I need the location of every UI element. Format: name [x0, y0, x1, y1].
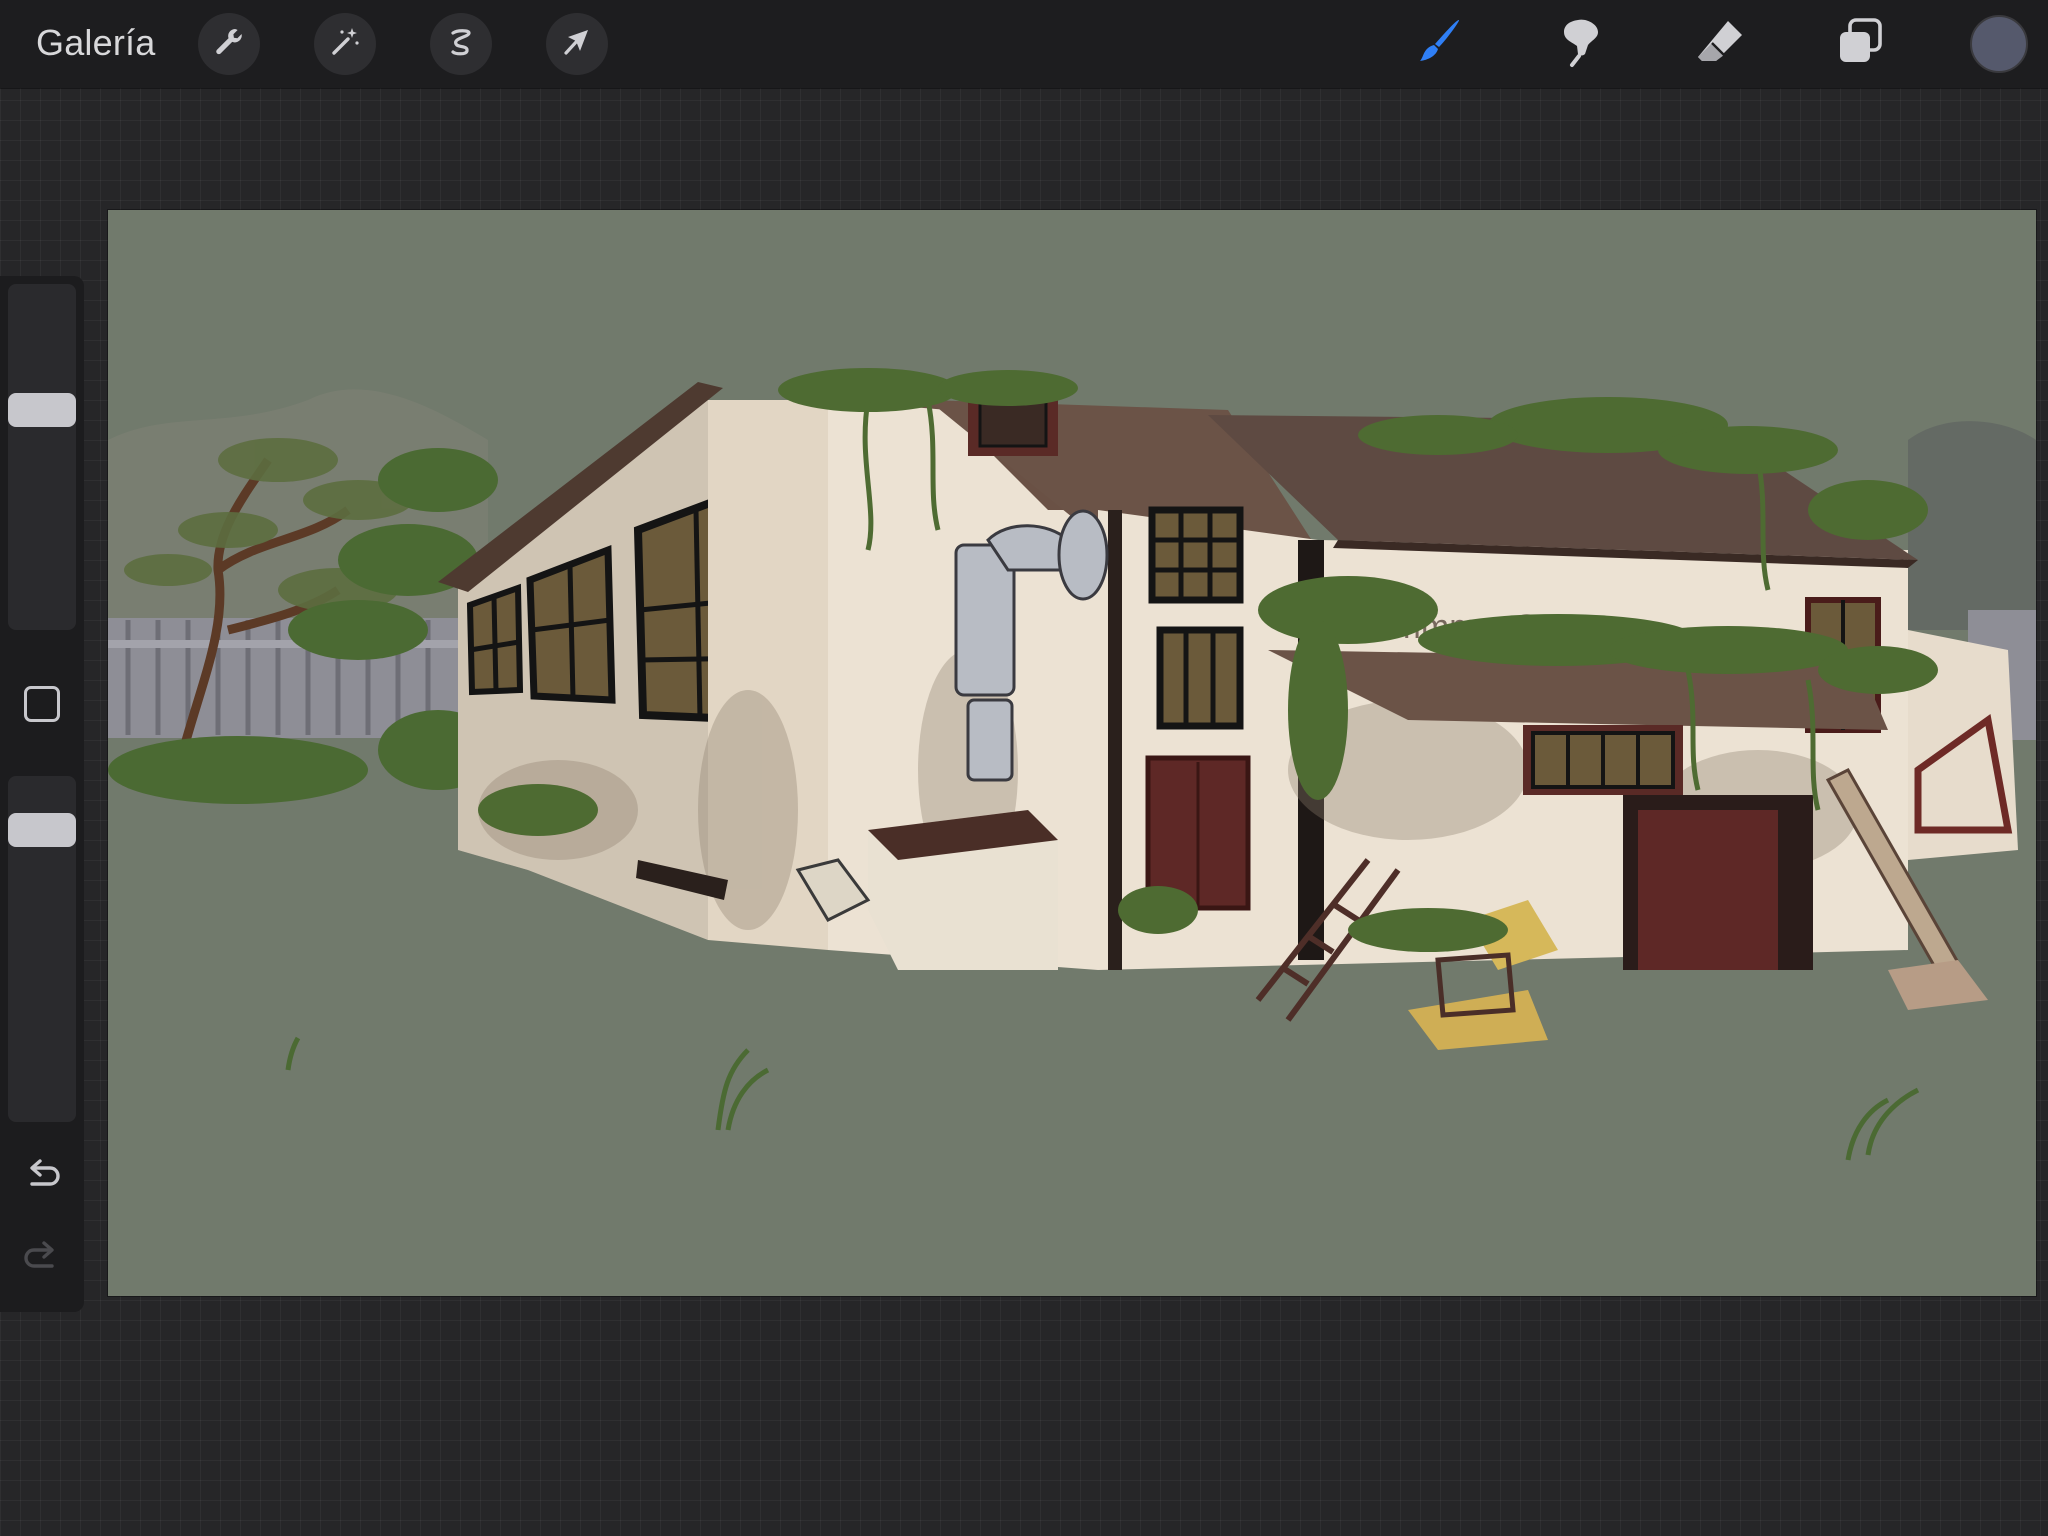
redo-icon: [20, 1236, 64, 1285]
building-illustration: Hmmm... S.L: [108, 368, 2036, 1161]
drawing-canvas[interactable]: Hmmm... S.L: [108, 210, 2036, 1296]
transform-button[interactable]: [546, 13, 608, 75]
top-toolbar: Galería: [0, 0, 2048, 88]
left-sidebar: [0, 276, 84, 1312]
opacity-thumb[interactable]: [8, 813, 76, 847]
smudge-button[interactable]: [1550, 14, 1610, 74]
magic-wand-icon: [327, 24, 363, 65]
wrench-icon: [211, 24, 247, 65]
gallery-button[interactable]: Galería: [36, 22, 155, 64]
opacity-slider[interactable]: [8, 776, 76, 1122]
layers-icon: [1832, 14, 1888, 75]
layers-button[interactable]: [1830, 14, 1890, 74]
selection-icon: [443, 24, 479, 65]
adjustments-button[interactable]: [314, 13, 376, 75]
square-modifier-icon[interactable]: [24, 686, 60, 722]
actions-button[interactable]: [198, 13, 260, 75]
undo-button[interactable]: [18, 1154, 66, 1202]
undo-icon: [20, 1154, 64, 1203]
smudge-icon: [1552, 14, 1608, 75]
eraser-icon: [1692, 14, 1748, 75]
brush-button[interactable]: [1410, 14, 1470, 74]
brush-size-slider[interactable]: [8, 284, 76, 630]
transform-arrow-icon: [559, 24, 595, 65]
color-picker-swatch[interactable]: [1970, 15, 2028, 73]
brush-icon: [1412, 14, 1468, 75]
brush-size-thumb[interactable]: [8, 393, 76, 427]
selection-button[interactable]: [430, 13, 492, 75]
eraser-button[interactable]: [1690, 14, 1750, 74]
procreate-app: Galería: [0, 0, 2048, 1536]
redo-button[interactable]: [18, 1236, 66, 1284]
